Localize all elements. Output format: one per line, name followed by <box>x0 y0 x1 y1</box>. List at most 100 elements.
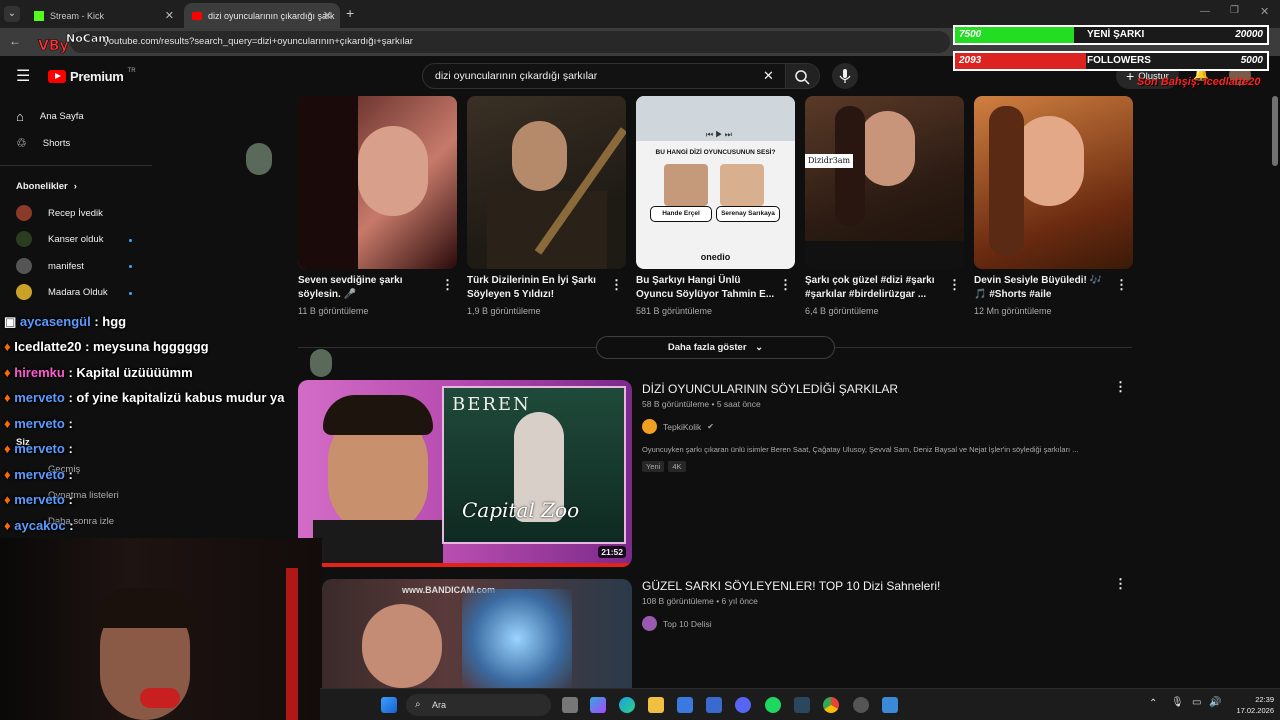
face-shape <box>860 111 915 186</box>
url-text: youtube.com/results?search_query=dizi+oy… <box>104 36 413 47</box>
windows-start-icon[interactable] <box>381 697 397 713</box>
sidebar-item-sub[interactable]: Madara Olduk <box>16 281 108 303</box>
fire-icon: ♦ <box>4 441 15 456</box>
file-explorer-icon[interactable] <box>648 697 664 713</box>
new-tab-icon[interactable]: + <box>346 5 354 21</box>
more-options-icon[interactable]: ⋮ <box>779 277 792 293</box>
spotify-icon[interactable] <box>765 697 781 713</box>
badge-4k: 4K <box>668 461 686 472</box>
new-content-dot <box>129 292 132 295</box>
tab-kick[interactable]: Stream - Kick ✕ <box>26 3 182 28</box>
video-thumbnail[interactable]: www.BANDICAM.com <box>322 579 632 688</box>
video-meta: 108 B görüntüleme • 6 yıl önce <box>642 596 758 606</box>
taskbar: ⌕ Ara ⌃ 🎙 ▭ 🔊 22:39 17.02.2026 <box>320 688 1280 720</box>
short-title[interactable]: Bu Şarkıyı Hangi Ünlü Oyuncu Söylüyor Ta… <box>636 274 776 302</box>
sidebar-item-sub[interactable]: Kanser olduk <box>16 228 103 250</box>
voice-search-button[interactable] <box>832 63 858 89</box>
last-tip: Son Bahşiş: Icedlatte20 <box>1137 76 1261 88</box>
sidebar-item-label: Recep İvedik <box>48 207 103 219</box>
light-shape <box>462 589 572 688</box>
short-thumbnail[interactable]: Dizidr3am <box>805 96 964 269</box>
more-options-icon[interactable]: ⋮ <box>948 277 961 293</box>
short-title[interactable]: Devin Sesiyle Büyüledi! 🎶 🎵 #Shorts #ail… <box>974 274 1114 302</box>
show-more-button[interactable]: Daha fazla göster ⌄ <box>596 336 835 359</box>
avatar <box>16 205 32 221</box>
edge-icon[interactable] <box>619 697 635 713</box>
app-icon[interactable] <box>882 697 898 713</box>
sidebar-item-sub[interactable]: Recep İvedik <box>16 202 103 224</box>
channel-name: TepkiKolik <box>663 421 702 432</box>
short-title[interactable]: Türk Dizilerinin En İyi Şarkı Söyleyen 5… <box>467 274 607 302</box>
more-options-icon[interactable]: ⋮ <box>1114 576 1127 592</box>
menu-icon[interactable]: ☰ <box>16 66 30 86</box>
mail-icon[interactable] <box>706 697 722 713</box>
chat-text: : hgg <box>94 314 127 329</box>
search-button[interactable] <box>786 63 820 89</box>
more-options-icon[interactable]: ⋮ <box>441 277 454 293</box>
subscriptions-header[interactable]: Abonelikler › <box>16 175 77 197</box>
sidebar-item-home[interactable]: ⌂ Ana Sayfa <box>16 105 84 127</box>
short-title[interactable]: Seven sevdiğine şarkı söylesin. 🎤 <box>298 274 438 302</box>
avatar <box>246 143 272 175</box>
scrollbar-thumb[interactable] <box>1272 96 1278 166</box>
video-title[interactable]: GÜZEL SARKI SÖYLEYENLER! TOP 10 Dizi Sah… <box>642 579 940 593</box>
taskbar-search[interactable]: ⌕ Ara <box>406 694 551 716</box>
network-icon[interactable]: ▭ <box>1192 697 1201 708</box>
youtube-logo[interactable]: Premium TR <box>48 68 136 84</box>
mic-shape <box>140 688 180 708</box>
search-input[interactable]: dizi oyuncularının çıkardığı şarkılar <box>422 63 786 89</box>
watch-progress-bar <box>298 563 632 567</box>
channel-row[interactable]: Top 10 Delisi <box>642 616 712 631</box>
sidebar-item-sub[interactable]: manifest <box>16 255 84 277</box>
volume-icon[interactable]: 🔊 <box>1209 697 1221 708</box>
short-views: 12 Mn görüntüleme <box>974 306 1052 316</box>
option-a: Hande Erçel <box>650 206 712 222</box>
task-view-icon[interactable] <box>562 697 578 713</box>
channel-row[interactable]: TepkiKolik ✔ <box>642 419 714 434</box>
close-icon[interactable]: ✕ <box>165 9 174 22</box>
tab-youtube[interactable]: dizi oyuncularının çıkardığı şark ✕ <box>184 3 340 28</box>
more-options-icon[interactable]: ⋮ <box>1114 379 1127 395</box>
youtube-play-icon <box>48 70 66 83</box>
discord-icon[interactable] <box>735 697 751 713</box>
chevron-up-icon[interactable]: ⌃ <box>1149 698 1157 709</box>
clear-search-icon[interactable]: ✕ <box>763 68 774 84</box>
time: 22:39 <box>1255 695 1274 704</box>
sidebar-item-shorts[interactable]: ♲ Shorts <box>16 132 70 154</box>
fire-icon: ♦ <box>4 467 15 482</box>
chat-message: ♦ Icedlatte20 : meysuna hgggggg <box>4 339 209 354</box>
copilot-icon[interactable] <box>590 697 606 713</box>
goal-current: 7500 <box>959 29 982 40</box>
goal-label: YENİ ŞARKI <box>1087 29 1145 40</box>
video-thumbnail[interactable]: BEREN Capital Zoo 21:52 <box>298 380 632 567</box>
video-title[interactable]: DİZİ OYUNCULARININ SÖYLEDİĞİ ŞARKILAR <box>642 382 898 396</box>
store-icon[interactable] <box>677 697 693 713</box>
chat-user: merveto <box>14 416 65 431</box>
tab-list-icon[interactable]: ⌄ <box>4 6 20 22</box>
tab-bar: Stream - Kick ✕ dizi oyuncularının çıkar… <box>0 0 1280 28</box>
close-icon[interactable]: ✕ <box>323 9 332 22</box>
short-thumbnail[interactable] <box>974 96 1133 269</box>
shirt-shape <box>313 520 443 567</box>
chat-user: hiremku <box>14 365 65 380</box>
back-icon[interactable]: ← <box>9 34 21 48</box>
mic-icon[interactable]: 🎙 <box>1171 697 1184 708</box>
chrome-icon[interactable] <box>823 697 839 713</box>
chat-user: aycakoc <box>14 518 66 533</box>
short-thumbnail[interactable] <box>298 96 457 269</box>
url-input[interactable]: youtube.com/results?search_query=dizi+oy… <box>70 31 950 53</box>
quiz-question: BU HANGİ DİZİ OYUNCUSUNUN SESİ? <box>655 149 776 156</box>
obs-icon[interactable] <box>853 697 869 713</box>
short-title[interactable]: Şarkı çok güzel #dizi #şarkı #şarkılar #… <box>805 274 945 302</box>
maximize-icon[interactable]: ❐ <box>1230 5 1239 16</box>
clock[interactable]: 22:39 17.02.2026 <box>1228 694 1274 716</box>
more-options-icon[interactable]: ⋮ <box>610 277 623 293</box>
badges: Yeni 4K <box>642 461 686 472</box>
steam-icon[interactable] <box>794 697 810 713</box>
close-window-icon[interactable]: ✕ <box>1260 5 1269 18</box>
new-content-dot <box>129 239 132 242</box>
short-thumbnail[interactable]: ⏮ ▶ ⏭ BU HANGİ DİZİ OYUNCUSUNUN SESİ? Ha… <box>636 96 795 269</box>
minimize-icon[interactable]: — <box>1200 6 1210 17</box>
more-options-icon[interactable]: ⋮ <box>1115 277 1128 293</box>
short-thumbnail[interactable] <box>467 96 626 269</box>
